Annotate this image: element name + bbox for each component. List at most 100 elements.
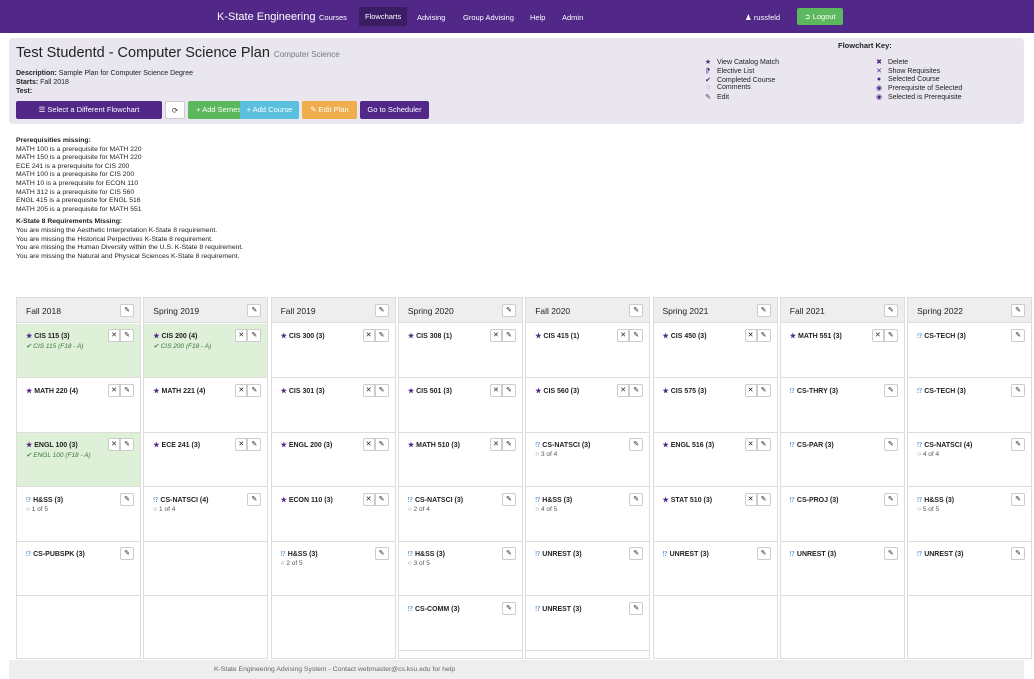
course-slot[interactable]: ⁉ H&SS (3) ○ 1 of 5 ✎: [17, 488, 140, 542]
edit-course-button[interactable]: ✎: [629, 329, 644, 342]
course-slot[interactable]: ⁉ CS-TECH (3) ✎: [908, 379, 1032, 433]
add-course-button[interactable]: + Add Course: [240, 101, 299, 119]
elective-list-icon[interactable]: ⁉: [790, 442, 795, 449]
course-slot[interactable]: ★ CIS 300 (3) ✕ ✎: [271, 324, 395, 378]
edit-course-button[interactable]: ✎: [756, 547, 771, 561]
edit-course-button[interactable]: ✎: [883, 547, 898, 561]
edit-course-button[interactable]: ✎: [756, 438, 771, 452]
edit-course-button[interactable]: ✎: [756, 383, 771, 397]
elective-list-icon[interactable]: ⁉: [790, 388, 795, 395]
nav-help[interactable]: Help: [530, 13, 545, 22]
course-slot[interactable]: ★ CIS 301 (3) ✕ ✎: [271, 379, 395, 433]
catalog-match-icon[interactable]: ★: [26, 388, 32, 395]
catalog-match-icon[interactable]: ★: [408, 442, 414, 449]
elective-list-icon[interactable]: ⁉: [917, 497, 922, 504]
edit-semester-button[interactable]: ✎: [629, 304, 644, 317]
edit-course-button[interactable]: ✎: [501, 438, 516, 452]
course-slot[interactable]: ★ MATH 221 (4) ✕ ✎: [144, 379, 268, 433]
show-requisites-button[interactable]: ✕: [235, 383, 248, 397]
go-to-scheduler-button[interactable]: Go to Scheduler: [360, 101, 429, 119]
elective-list-icon[interactable]: ⁉: [535, 606, 540, 613]
elective-list-icon[interactable]: ⁉: [153, 497, 158, 504]
course-slot[interactable]: ★ CIS 501 (3) ✕ ✎: [398, 379, 522, 433]
course-slot[interactable]: ⁉ CS-NATSCI (4) ○ 1 of 4 ✎: [144, 488, 268, 542]
course-slot[interactable]: ⁉ CS-PAR (3) ✎: [780, 433, 904, 488]
edit-course-button[interactable]: ✎: [374, 438, 389, 452]
catalog-match-icon[interactable]: ★: [663, 333, 669, 340]
edit-course-button[interactable]: ✎: [374, 547, 389, 561]
nav-admin[interactable]: Admin: [562, 13, 583, 22]
edit-course-button[interactable]: ✎: [120, 492, 134, 506]
edit-course-button[interactable]: ✎: [629, 547, 644, 561]
edit-course-button[interactable]: ✎: [501, 329, 516, 342]
edit-course-button[interactable]: ✎: [120, 438, 134, 452]
course-slot[interactable]: ⁉ UNREST (3) ✎: [526, 597, 650, 651]
edit-course-button[interactable]: ✎: [374, 492, 389, 506]
elective-list-icon[interactable]: ⁉: [26, 551, 31, 558]
edit-semester-button[interactable]: ✎: [120, 304, 134, 317]
course-slot[interactable]: ⁉ CS-COMM (3) ✎: [398, 597, 522, 651]
course-slot[interactable]: ★ CIS 200 (4) ✔ CIS 200 (F18 - A) ✕ ✎: [144, 324, 268, 378]
course-slot[interactable]: ⁉ CS-TECH (3) ✎: [908, 324, 1032, 378]
course-slot[interactable]: ★ MATH 220 (4) ✕ ✎: [17, 379, 140, 433]
show-requisites-button[interactable]: ✕: [744, 329, 757, 342]
edit-semester-button[interactable]: ✎: [501, 304, 516, 317]
course-slot[interactable]: ⁉ UNREST (3) ✎: [653, 542, 777, 597]
edit-course-button[interactable]: ✎: [1011, 383, 1026, 397]
catalog-match-icon[interactable]: ★: [26, 333, 32, 340]
catalog-match-icon[interactable]: ★: [408, 333, 414, 340]
edit-course-button[interactable]: ✎: [501, 383, 516, 397]
show-requisites-button[interactable]: ✕: [362, 438, 375, 452]
show-requisites-button[interactable]: ✕: [235, 438, 248, 452]
edit-course-button[interactable]: ✎: [883, 492, 898, 506]
course-slot[interactable]: ★ CIS 450 (3) ✕ ✎: [653, 324, 777, 378]
course-slot[interactable]: ★ MATH 551 (3) ✕ ✎: [780, 324, 904, 378]
nav-courses[interactable]: Courses: [319, 13, 347, 22]
edit-course-button[interactable]: ✎: [629, 492, 644, 506]
edit-semester-button[interactable]: ✎: [374, 304, 389, 317]
edit-course-button[interactable]: ✎: [629, 438, 644, 452]
show-requisites-button[interactable]: ✕: [108, 438, 120, 452]
edit-course-button[interactable]: ✎: [883, 383, 898, 397]
catalog-match-icon[interactable]: ★: [281, 333, 287, 340]
course-slot[interactable]: ★ CIS 415 (1) ✕ ✎: [526, 324, 650, 378]
edit-course-button[interactable]: ✎: [374, 329, 389, 342]
catalog-match-icon[interactable]: ★: [26, 442, 32, 449]
course-slot[interactable]: ⁉ UNREST (3) ✎: [908, 542, 1032, 597]
edit-semester-button[interactable]: ✎: [247, 304, 262, 317]
show-requisites-button[interactable]: ✕: [362, 329, 375, 342]
elective-list-icon[interactable]: ⁉: [663, 551, 668, 558]
edit-course-button[interactable]: ✎: [629, 383, 644, 397]
show-requisites-button[interactable]: ✕: [489, 329, 502, 342]
edit-semester-button[interactable]: ✎: [1011, 304, 1026, 317]
course-slot[interactable]: ⁉ CS-THRY (3) ✎: [780, 379, 904, 433]
course-slot[interactable]: ⁉ UNREST (3) ✎: [780, 542, 904, 597]
elective-list-icon[interactable]: ⁉: [917, 333, 922, 340]
edit-course-button[interactable]: ✎: [120, 383, 134, 397]
edit-course-button[interactable]: ✎: [1011, 547, 1026, 561]
catalog-match-icon[interactable]: ★: [663, 497, 669, 504]
elective-list-icon[interactable]: ⁉: [535, 442, 540, 449]
catalog-match-icon[interactable]: ★: [281, 442, 287, 449]
elective-list-icon[interactable]: ⁉: [917, 551, 922, 558]
elective-list-icon[interactable]: ⁉: [917, 388, 922, 395]
brand-link[interactable]: K-State Engineering: [217, 11, 315, 23]
edit-course-button[interactable]: ✎: [501, 492, 516, 506]
course-slot[interactable]: ⁉ H&SS (3) ○ 5 of 5 ✎: [908, 488, 1032, 542]
elective-list-icon[interactable]: ⁉: [535, 551, 540, 558]
catalog-match-icon[interactable]: ★: [281, 497, 287, 504]
show-requisites-button[interactable]: ✕: [871, 329, 884, 342]
show-requisites-button[interactable]: ✕: [362, 383, 375, 397]
edit-course-button[interactable]: ✎: [247, 329, 262, 342]
elective-list-icon[interactable]: ⁉: [26, 497, 31, 504]
user-menu[interactable]: ♟ russfeld: [745, 13, 780, 22]
show-requisites-button[interactable]: ✕: [744, 383, 757, 397]
show-requisites-button[interactable]: ✕: [744, 438, 757, 452]
edit-course-button[interactable]: ✎: [883, 438, 898, 452]
course-slot[interactable]: ★ CIS 560 (3) ✕ ✎: [526, 379, 650, 433]
course-slot[interactable]: ⁉ UNREST (3) ✎: [526, 542, 650, 597]
edit-course-button[interactable]: ✎: [247, 383, 262, 397]
edit-course-button[interactable]: ✎: [1011, 329, 1026, 342]
show-requisites-button[interactable]: ✕: [489, 438, 502, 452]
show-requisites-button[interactable]: ✕: [489, 383, 502, 397]
